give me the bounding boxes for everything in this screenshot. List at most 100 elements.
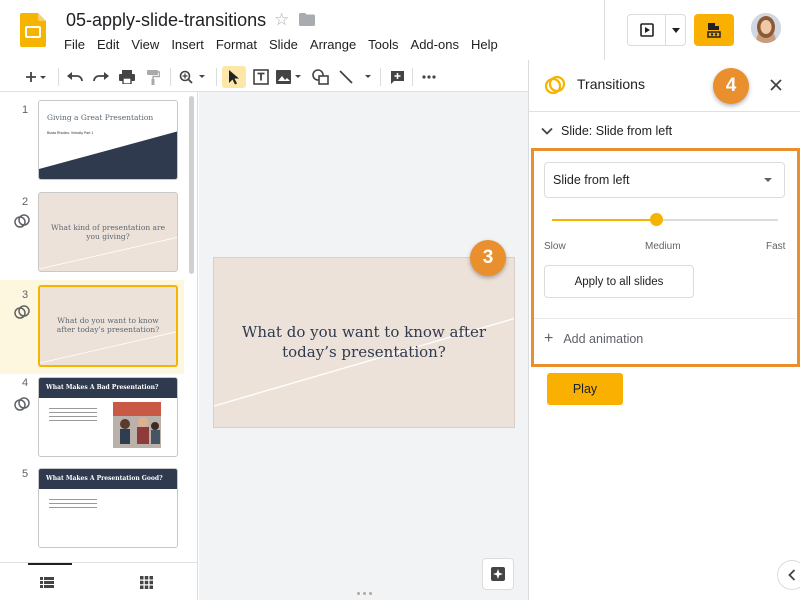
slides-logo-icon[interactable] [20, 13, 46, 47]
avatar[interactable] [751, 13, 781, 43]
thumb-bullets [49, 496, 109, 511]
toolbar-divider [170, 68, 171, 86]
chevron-left-icon [788, 569, 796, 581]
print-icon [119, 70, 135, 84]
transition-type-value: Slide from left [553, 173, 630, 187]
menu-edit[interactable]: Edit [91, 36, 125, 53]
play-button[interactable]: Play [547, 373, 623, 405]
paint-format-icon [147, 69, 160, 85]
slide-transition-section[interactable]: Slide: Slide from left [541, 118, 672, 144]
document-title[interactable]: 05-apply-slide-transitions [66, 10, 266, 31]
line-icon [339, 70, 371, 84]
slide-thumbnail[interactable]: What kind of presentation are you giving… [38, 192, 178, 272]
section-label: Slide: Slide from left [561, 124, 673, 138]
toolbar-divider [58, 68, 59, 86]
image-button[interactable] [274, 66, 304, 88]
menu-file[interactable]: File [58, 36, 91, 53]
thumb-title: What Makes A Bad Presentation? [39, 378, 177, 398]
filmstrip-view-icon[interactable] [40, 577, 54, 588]
text-box-button[interactable] [250, 66, 272, 88]
apply-to-all-button[interactable]: Apply to all slides [544, 265, 694, 298]
menu-bar: File Edit View Insert Format Slide Arran… [58, 36, 504, 53]
resize-handle[interactable] [349, 592, 379, 595]
toolbar-divider [380, 68, 381, 86]
transition-type-select[interactable]: Slide from left [544, 162, 785, 198]
slide-thumbnail[interactable]: Giving a Great Presentation Busta Rhodes… [38, 100, 178, 180]
speed-slow-label: Slow [544, 241, 566, 252]
close-icon[interactable] [767, 76, 785, 94]
star-icon[interactable]: ☆ [274, 10, 289, 30]
current-slide[interactable]: What do you want to know after today’s p… [213, 257, 515, 428]
select-tool-button[interactable] [222, 66, 246, 88]
zoom-icon [179, 70, 205, 84]
menu-addons[interactable]: Add-ons [405, 36, 465, 53]
grid-view-icon[interactable] [140, 576, 153, 589]
menu-tools[interactable]: Tools [362, 36, 404, 53]
meet-button[interactable] [694, 14, 734, 46]
callout-4: 4 [713, 68, 749, 104]
slide-number: 3 [22, 289, 29, 301]
slide-number: 4 [22, 377, 29, 389]
slide-thumbnail[interactable]: What Makes A Presentation Good? [38, 468, 178, 548]
slide-row-1[interactable]: 1 Giving a Great Presentation Busta Rhod… [0, 100, 188, 184]
add-animation-button[interactable]: + Add animation [534, 318, 796, 358]
transition-icon [14, 397, 30, 411]
thumb-photo [113, 402, 161, 448]
more-button[interactable] [418, 66, 440, 88]
slide-title[interactable]: What do you want to know after today’s p… [224, 322, 504, 362]
slide-number: 5 [22, 468, 29, 480]
present-main[interactable] [628, 15, 666, 45]
filmstrip-footer [0, 562, 197, 600]
slide-canvas[interactable]: What do you want to know after today’s p… [199, 92, 528, 600]
menu-slide[interactable]: Slide [263, 36, 304, 53]
image-icon [276, 70, 301, 84]
slide-row-2[interactable]: 2 What kind of presentation are you givi… [0, 192, 188, 276]
callout-3: 3 [470, 240, 506, 276]
menu-help[interactable]: Help [465, 36, 504, 53]
slide-row-4[interactable]: 4 What Makes A Bad Presentation? [0, 377, 188, 461]
slide-thumbnail[interactable]: What Makes A Bad Presentation? [38, 377, 178, 457]
menu-insert[interactable]: Insert [165, 36, 210, 53]
redo-button[interactable] [90, 66, 112, 88]
speed-slider-track[interactable] [552, 219, 778, 221]
toolbar-divider [412, 68, 413, 86]
filmstrip-scrollbar[interactable] [189, 96, 194, 274]
menu-view[interactable]: View [125, 36, 165, 53]
explore-button[interactable] [482, 558, 514, 590]
menu-arrange[interactable]: Arrange [304, 36, 362, 53]
panel-title: Transitions [577, 76, 645, 92]
slide-row-3[interactable]: 3 What do you want to know after today’s… [0, 280, 184, 374]
paint-format-button[interactable] [142, 66, 164, 88]
thumb-line [39, 237, 177, 270]
collapse-panel-button[interactable] [777, 560, 800, 590]
view-underline [28, 563, 72, 565]
thumb-bullets [49, 405, 109, 424]
zoom-button[interactable] [176, 66, 210, 88]
cursor-icon [229, 69, 239, 84]
slide-thumbnail-selected[interactable]: What do you want to know after today’s p… [38, 285, 178, 367]
print-button[interactable] [116, 66, 138, 88]
present-dropdown[interactable] [666, 15, 685, 45]
undo-button[interactable] [64, 66, 86, 88]
present-button[interactable] [627, 14, 686, 46]
transitions-panel: Transitions Slide: Slide from left Slide… [528, 60, 800, 600]
explore-icon [491, 567, 505, 581]
thumb-line [40, 331, 176, 364]
speed-slider-thumb[interactable] [649, 213, 663, 226]
slide-row-5[interactable]: 5 What Makes A Presentation Good? [0, 468, 188, 552]
slide-number: 1 [22, 104, 29, 116]
new-slide-button[interactable] [22, 66, 50, 88]
caret-down-icon [671, 27, 680, 33]
text-box-icon [253, 69, 269, 85]
plus-icon [26, 72, 46, 82]
shape-button[interactable] [308, 66, 332, 88]
title-bar: 05-apply-slide-transitions ☆ File Edit V… [0, 0, 800, 60]
undo-icon [67, 72, 83, 82]
more-icon [422, 75, 436, 79]
line-button[interactable] [336, 66, 376, 88]
comment-button[interactable] [386, 66, 408, 88]
menu-format[interactable]: Format [210, 36, 263, 53]
folder-icon[interactable] [299, 13, 315, 26]
plus-icon: + [544, 329, 554, 347]
caret-down-icon [764, 178, 772, 182]
